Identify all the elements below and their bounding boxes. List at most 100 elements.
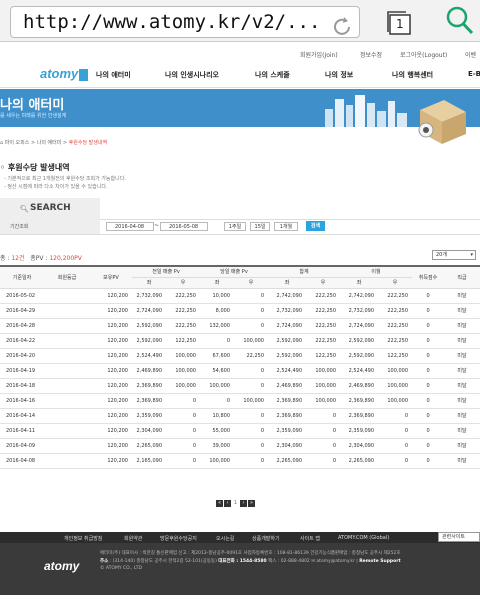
table-cell: 2,359,090 [268, 423, 306, 439]
table-row: 2016-04-16 120,200 2,369,890 0 0 100,000 2,369… [0, 393, 480, 409]
nav-schedule[interactable]: 나의 스케줄 [255, 70, 290, 80]
table-cell: 2016-04-22 [0, 333, 44, 349]
table-cell: 2,742,090 [340, 288, 379, 304]
end-date-field[interactable]: 2016-05-08 [160, 222, 208, 231]
period-1week-button[interactable]: 1주일 [224, 222, 246, 231]
tabs-button[interactable]: 1 [384, 8, 414, 36]
atomy-logo[interactable]: atomy [40, 66, 89, 81]
table-row: 2016-04-20 120,200 2,524,490 100,000 67,600 2… [0, 348, 480, 364]
col-right: 우 [378, 277, 413, 289]
table-cell: 0 [166, 393, 200, 409]
footer-product-link[interactable]: 상품개발하기 [252, 535, 280, 542]
table-cell: 2016-04-20 [0, 348, 44, 364]
url-bar[interactable]: http://www.atomy.kr/v2/... [10, 6, 360, 38]
family-site-select[interactable]: 관련사이트 [438, 532, 480, 542]
table-cell: 2,304,090 [340, 438, 379, 454]
event-link[interactable]: 이벤 [465, 50, 476, 59]
footer-logo: atomy [44, 559, 80, 573]
table-cell: 미달 [444, 348, 480, 364]
table-cell: 2,369,890 [268, 408, 306, 424]
table-cell: 122,250 [166, 333, 200, 349]
next-page-icon[interactable]: › [240, 500, 247, 507]
table-cell: 0 [306, 423, 341, 439]
total-count: 12건 [11, 255, 25, 262]
table-cell: 120,200 [90, 453, 132, 469]
table-cell: 222,250 [166, 318, 200, 334]
table-cell: 67,600 [200, 348, 234, 364]
table-cell: 2,369,890 [268, 393, 306, 409]
table-cell [44, 393, 90, 409]
col-right: 우 [234, 277, 268, 289]
table-cell [44, 333, 90, 349]
table-cell: 0 [412, 288, 445, 304]
table-cell: 120,200 [90, 348, 132, 364]
table-cell: 2016-04-29 [0, 303, 44, 319]
nav-life-scenario[interactable]: 나의 인생시나리오 [165, 70, 219, 80]
nav-my-atomy[interactable]: 나의 애터미 [96, 70, 131, 80]
page-number[interactable]: 1 [232, 500, 239, 507]
table-cell: 222,250 [166, 288, 200, 304]
nav-ebook[interactable]: E-B [468, 70, 480, 78]
nav-happy-center[interactable]: 나의 행복센터 [392, 70, 433, 80]
table-cell: 100,000 [200, 453, 234, 469]
prev-page-icon[interactable]: ‹ [224, 500, 231, 507]
table-cell: 2,732,090 [132, 288, 166, 304]
table-cell: 2016-04-18 [0, 378, 44, 394]
start-date-field[interactable]: 2016-04-08 [106, 222, 154, 231]
table-cell [44, 423, 90, 439]
footer-directions-link[interactable]: 오시는길 [216, 535, 234, 542]
table-cell: 0 [234, 408, 268, 424]
table-cell [44, 318, 90, 334]
search-icon[interactable] [444, 4, 474, 36]
table-cell: 100,000 [166, 348, 200, 364]
table-cell: 0 [234, 303, 268, 319]
table-cell: 100,000 [200, 378, 234, 394]
logout-link[interactable]: 로그아웃(Logout) [400, 50, 447, 59]
table-cell: 0 [306, 453, 341, 469]
table-cell: 2,265,090 [132, 438, 166, 454]
footer-privacy-link[interactable]: 개인정보 취급방침 [64, 535, 102, 542]
table-cell: 0 [306, 438, 341, 454]
last-page-icon[interactable]: » [248, 500, 255, 507]
table-cell: 122,250 [378, 348, 413, 364]
table-cell: 39,000 [200, 438, 234, 454]
table-cell: 2,369,890 [340, 408, 379, 424]
col-right: 우 [166, 277, 200, 289]
table-cell: 22,250 [234, 348, 268, 364]
reload-icon[interactable] [329, 14, 355, 40]
join-link[interactable]: 회원가입(Join) [300, 50, 338, 59]
table-cell [44, 453, 90, 469]
table-cell: 222,250 [306, 318, 341, 334]
table-cell: 0 [234, 363, 268, 379]
footer-notice-link[interactable]: 방문후원수당공지 [160, 535, 197, 542]
table-cell: 2,369,890 [132, 378, 166, 394]
footer-sitemap-link[interactable]: 사이트 맵 [300, 535, 320, 542]
period-1month-button[interactable]: 1개월 [274, 222, 298, 231]
search-submit-button[interactable]: 검색 [306, 221, 325, 231]
table-cell: 100,000 [234, 333, 268, 349]
table-cell: 2,469,890 [268, 378, 306, 394]
edit-info-link[interactable]: 정보수정 [360, 50, 382, 59]
table-cell: 미달 [444, 393, 480, 409]
footer-terms-link[interactable]: 회원약관 [124, 535, 142, 542]
first-page-icon[interactable]: « [216, 500, 223, 507]
table-cell: 2,732,090 [340, 303, 379, 319]
banner-title: 나의 애터미 [0, 98, 65, 113]
remote-support-link[interactable]: Remote Support [359, 559, 400, 564]
period-label: 기간조회 [10, 224, 29, 230]
period-15days-button[interactable]: 15일 [250, 222, 270, 231]
table-cell: 0 [234, 423, 268, 439]
table-cell: 2,592,090 [340, 333, 379, 349]
table-cell [44, 303, 90, 319]
table-cell: 0 [234, 453, 268, 469]
table-cell: 2,592,090 [132, 333, 166, 349]
table-cell: 2,732,090 [268, 303, 306, 319]
gift-box-illustration [418, 100, 466, 144]
nav-my-info[interactable]: 나의 정보 [325, 70, 353, 80]
page-banner: 나의 애터미 를 세우는 미래를 위한 인생설계 [0, 89, 480, 127]
table-cell: 0 [412, 438, 445, 454]
city-illustration [325, 95, 407, 127]
table-cell: 100,000 [378, 393, 413, 409]
page-size-select[interactable]: 20개 ▾ [432, 250, 476, 260]
footer-global-link[interactable]: ATOMY.COM (Global) [338, 535, 389, 541]
